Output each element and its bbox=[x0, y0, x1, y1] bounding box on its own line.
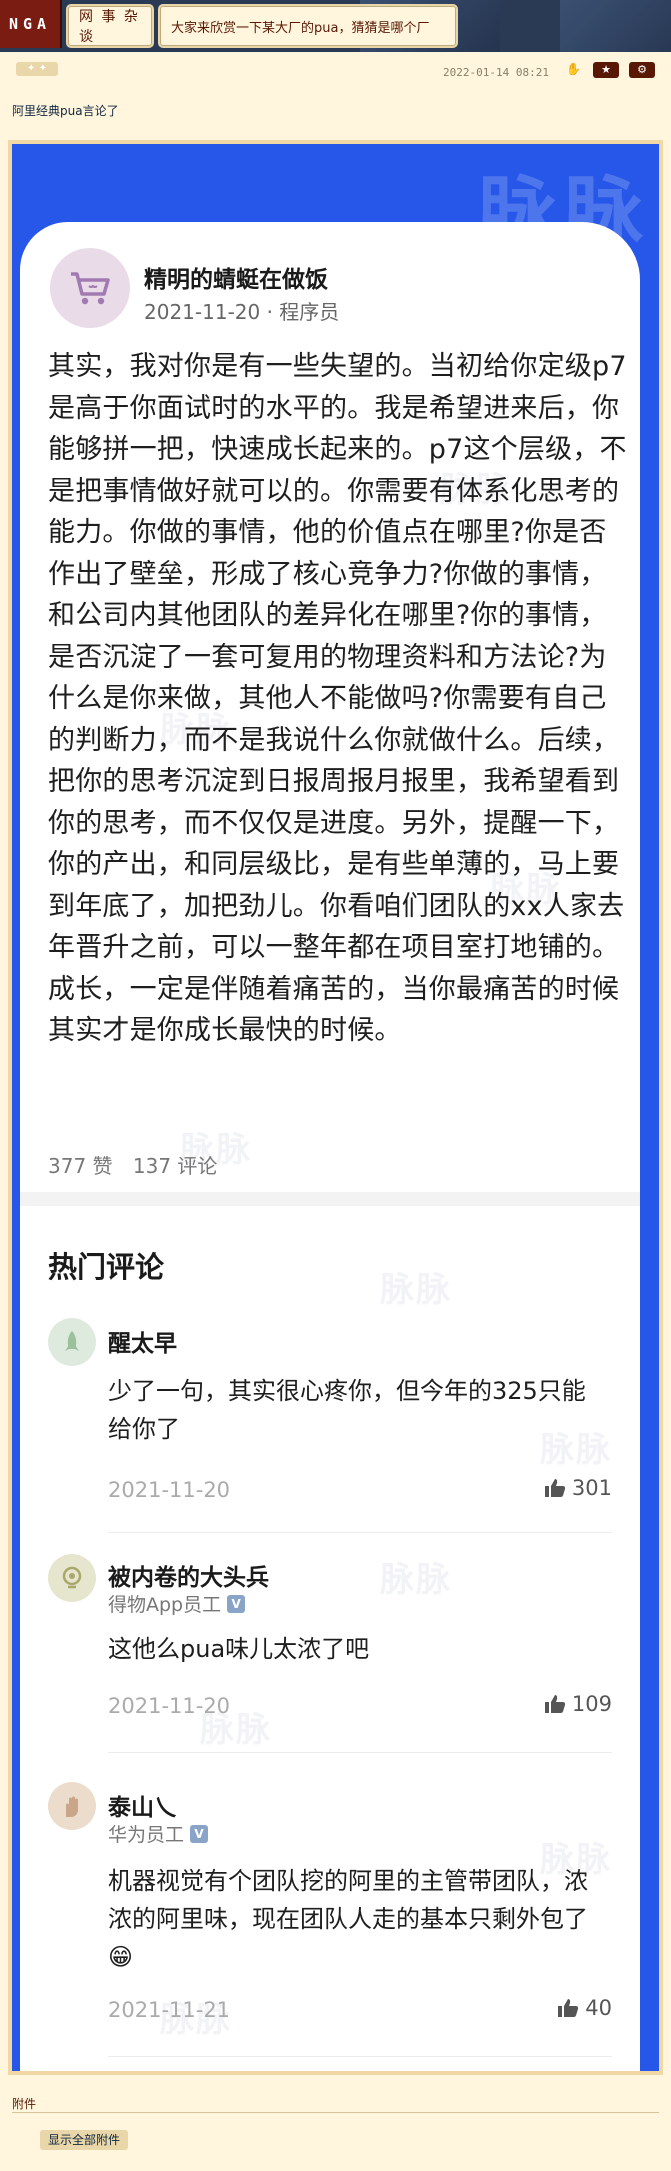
commenter-name: 被内卷的大头兵 bbox=[108, 1565, 269, 1591]
settings-button[interactable]: ⚙ bbox=[629, 62, 655, 78]
favorite-button[interactable]: ★ bbox=[593, 62, 619, 78]
nga-logo[interactable]: NGA bbox=[0, 0, 62, 48]
comment-date: 2021-11-20 bbox=[108, 1478, 231, 1502]
commenter-name: 泰山乀 bbox=[108, 1795, 177, 1821]
gear-icon: ⚙ bbox=[637, 63, 647, 76]
commenter-avatar bbox=[48, 1554, 96, 1602]
attachments-label: 附件 bbox=[12, 2097, 37, 2111]
comment-divider bbox=[108, 1752, 612, 1753]
attachments-divider bbox=[12, 2112, 659, 2113]
post-stats: 377 赞 137 评论 bbox=[48, 1150, 231, 1179]
breadcrumb-thread-title[interactable]: 大家来欣赏一下某大厂的pua，猜猜是哪个厂 bbox=[160, 6, 456, 46]
like-count: 377 赞 bbox=[48, 1154, 113, 1178]
commenter-org-label: 得物App员工 bbox=[108, 1594, 222, 1616]
verified-icon: V bbox=[190, 1824, 209, 1843]
star-icon: ★ bbox=[601, 63, 611, 76]
hand-icon bbox=[66, 1796, 78, 1817]
post-body-text: 其实，我对你是有一些失望的。当初给你定级p7是高于你面试时的水平的。我是希望进来… bbox=[48, 351, 627, 1046]
post-subject: 阿里经典pua言论了 bbox=[12, 104, 119, 118]
commenter-avatar bbox=[48, 1782, 96, 1830]
comment-date: 2021-11-20 bbox=[108, 1694, 231, 1718]
comment-divider bbox=[108, 2056, 612, 2057]
post-tools-button[interactable]: ✦ ✦ bbox=[16, 62, 58, 76]
rocket-icon bbox=[65, 1331, 79, 1351]
commenter-org: 得物App员工 V bbox=[108, 1590, 246, 1617]
verified-icon: V bbox=[227, 1594, 246, 1613]
comment-like-count: 301 bbox=[571, 1476, 612, 1500]
comment-like-count: 40 bbox=[585, 1996, 612, 2020]
comment-date: 2021-11-21 bbox=[108, 1998, 231, 2022]
thumbs-up-icon bbox=[558, 1999, 579, 2017]
pin-icon: ✦ ✦ bbox=[27, 63, 47, 74]
lamp-icon bbox=[62, 1566, 82, 1589]
comment-count: 137 评论 bbox=[132, 1154, 218, 1178]
section-divider bbox=[20, 1192, 640, 1206]
hand-icon[interactable]: ✋ bbox=[566, 62, 581, 76]
author-name: 精明的蜻蜓在做饭 bbox=[144, 267, 328, 293]
thumbs-up-icon bbox=[544, 1479, 566, 1497]
comment-text: 少了一句，其实很心疼你，但今年的325只能给你了 bbox=[108, 1377, 586, 1443]
comment-like-button[interactable]: 301 bbox=[544, 1476, 612, 1500]
comment-like-count: 109 bbox=[571, 1692, 612, 1716]
post-time: 2022-01-14 08:21 bbox=[443, 66, 549, 79]
commenter-name: 醒太早 bbox=[108, 1331, 177, 1357]
thumbs-up-icon bbox=[544, 1695, 566, 1713]
breadcrumb-forum[interactable]: 网 事 杂 谈 bbox=[68, 6, 152, 46]
comment-like-button[interactable]: 40 bbox=[557, 1996, 612, 2020]
commenter-org: 华为员工 V bbox=[108, 1820, 209, 1847]
watermark: 脉脉 bbox=[380, 1560, 452, 1600]
comment-divider bbox=[108, 1532, 612, 1533]
cart-icon bbox=[71, 272, 110, 305]
comment-text: 机器视觉有个团队挖的阿里的主管带团队，浓浓的阿里味，现在团队人走的基本只剩外包了… bbox=[108, 1867, 588, 1971]
commenter-avatar bbox=[48, 1318, 96, 1366]
watermark: 脉脉 bbox=[380, 1270, 452, 1310]
maimai-screenshot: 脉脉 脉脉 脉脉 脉脉 脉脉 脉脉 脉脉 脉脉 脉脉 脉脉 脉脉 精明的蜻蜓在做… bbox=[12, 144, 659, 2071]
show-all-attachments-button[interactable]: 显示全部附件 bbox=[40, 2130, 129, 2150]
comment-text: 这他么pua味儿太浓了吧 bbox=[108, 1635, 370, 1663]
author-avatar bbox=[50, 248, 130, 328]
post-image-frame[interactable]: 脉脉 脉脉 脉脉 脉脉 脉脉 脉脉 脉脉 脉脉 脉脉 脉脉 脉脉 精明的蜻蜓在做… bbox=[8, 140, 663, 2075]
author-meta: 2021-11-20 · 程序员 bbox=[144, 300, 340, 324]
maimai-post-card: 脉脉 脉脉 脉脉 脉脉 脉脉 脉脉 脉脉 脉脉 脉脉 脉脉 精明的蜻蜓在做饭 2… bbox=[20, 222, 640, 2071]
hot-comments-title: 热门评论 bbox=[48, 1250, 165, 1284]
comment-like-button[interactable]: 109 bbox=[544, 1692, 612, 1716]
post-header: ✦ ✦ 2022-01-14 08:21 ✋ ★ ⚙ bbox=[0, 52, 671, 90]
commenter-org-label: 华为员工 bbox=[108, 1824, 185, 1846]
top-nav-bar: NGA 网 事 杂 谈 大家来欣赏一下某大厂的pua，猜猜是哪个厂 bbox=[0, 0, 671, 52]
